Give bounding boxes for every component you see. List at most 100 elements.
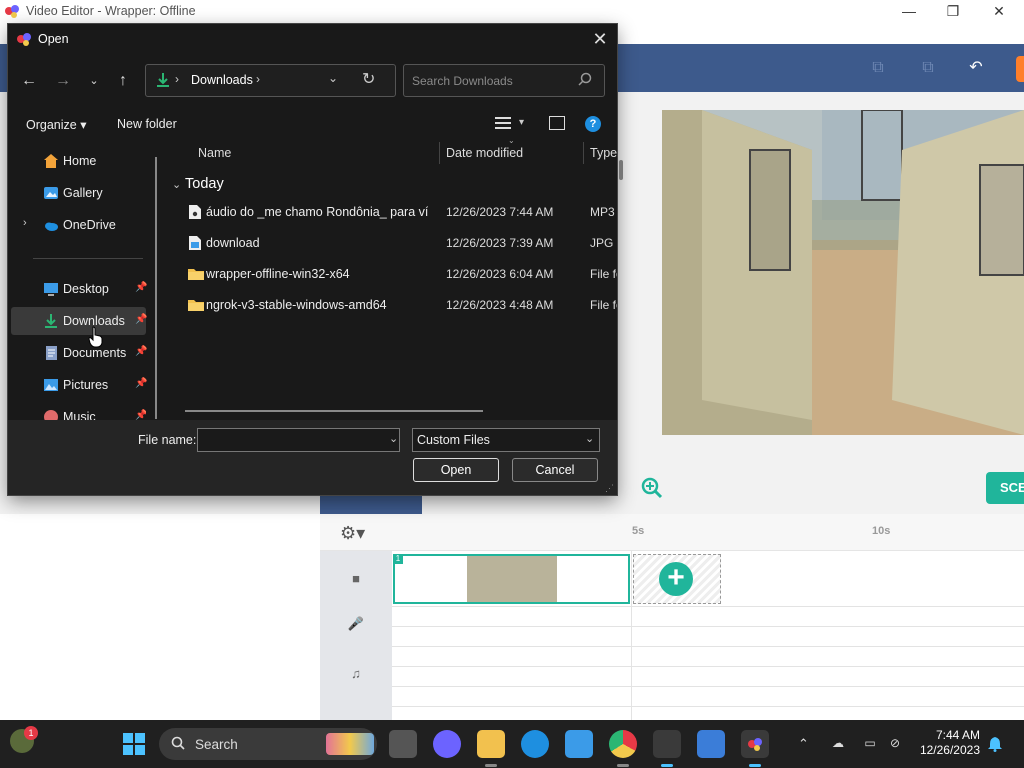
app-logo-icon: [748, 738, 762, 751]
search-box[interactable]: Search Downloads: [403, 64, 605, 97]
vertical-scrollbar[interactable]: [619, 160, 623, 180]
column-separator[interactable]: [583, 142, 584, 164]
column-date-modified[interactable]: Date modified: [446, 146, 523, 160]
close-window-button[interactable]: ✕: [976, 0, 1022, 23]
paste-button[interactable]: ⧉: [912, 54, 944, 82]
windows-start-icon[interactable]: [122, 732, 146, 756]
nav-item-music[interactable]: Music 📌: [11, 403, 146, 420]
nav-scrollbar[interactable]: [155, 157, 157, 419]
group-label: Today: [185, 176, 224, 192]
file-row[interactable]: áudio do _me chamo Rondônia_ para ví... …: [182, 197, 617, 228]
breadcrumb-separator-icon[interactable]: ›: [175, 72, 179, 86]
breadcrumb-separator-icon[interactable]: ›: [256, 72, 260, 86]
group-header-today[interactable]: ⌄ Today: [172, 176, 224, 192]
column-separator[interactable]: [439, 142, 440, 164]
chat-app-icon[interactable]: [433, 730, 461, 758]
chevron-down-icon[interactable]: ⌄: [328, 71, 338, 85]
search-highlight-image: [326, 733, 374, 755]
publish-button[interactable]: [1016, 56, 1024, 82]
dialog-close-button[interactable]: ✕: [586, 26, 614, 52]
column-type[interactable]: Type: [590, 146, 617, 160]
running-indicator: [661, 764, 673, 767]
resize-grip-icon[interactable]: ⋰: [605, 483, 614, 494]
gallery-icon: [44, 187, 58, 199]
cancel-button[interactable]: Cancel: [512, 458, 598, 482]
toolbar-tab: [320, 495, 422, 514]
file-type: File fo: [590, 298, 617, 312]
scene-preview[interactable]: [662, 110, 1024, 435]
display-icon[interactable]: ▭: [861, 736, 879, 750]
track-divider: [392, 626, 1024, 627]
file-explorer-icon[interactable]: [477, 730, 505, 758]
wrapper-offline-app-icon[interactable]: [741, 730, 769, 758]
horizontal-scrollbar[interactable]: [185, 410, 483, 412]
open-button[interactable]: Open: [413, 458, 499, 482]
file-row[interactable]: download 12/26/2023 7:39 AM JPG F: [182, 228, 617, 259]
address-bar[interactable]: › Downloads › ⌄ ↻: [145, 64, 396, 97]
restore-button[interactable]: ❐: [930, 0, 976, 23]
pin-icon: 📌: [135, 346, 148, 357]
pin-icon: 📌: [135, 282, 148, 293]
restore-icon: ❐: [946, 3, 960, 19]
timeline-settings-button[interactable]: ⚙▾: [340, 523, 365, 544]
scene-button[interactable]: SCE: [986, 472, 1024, 504]
file-name-field[interactable]: ⌄: [197, 428, 400, 452]
copy-button[interactable]: ⧉: [862, 54, 894, 82]
clip-number: 1: [393, 554, 403, 564]
hand-cursor-icon: [88, 326, 103, 348]
show-hidden-icons-icon[interactable]: ⌃: [798, 736, 809, 752]
nav-label: Pictures: [63, 378, 109, 392]
help-icon[interactable]: ?: [585, 116, 601, 132]
file-type: JPG F: [590, 236, 617, 250]
video-track-icon: ■: [352, 571, 360, 586]
minimize-button[interactable]: —: [886, 0, 932, 23]
file-row[interactable]: wrapper-offline-win32-x64 12/26/2023 6:0…: [182, 259, 617, 290]
file-row[interactable]: ngrok-v3-stable-windows-amd64 12/26/2023…: [182, 290, 617, 321]
nav-item-downloads[interactable]: Downloads 📌: [11, 307, 147, 335]
chevron-down-icon[interactable]: ⌄: [389, 432, 398, 445]
up-button[interactable]: ↑: [110, 68, 136, 94]
column-header-row: [166, 139, 617, 169]
chevron-down-icon: ⌄: [585, 433, 595, 445]
search-icon: [578, 72, 592, 86]
nav-item-home[interactable]: Home: [11, 147, 146, 175]
preview-pane-icon[interactable]: [549, 116, 565, 130]
chrome-browser-icon[interactable]: [609, 730, 637, 758]
recent-locations-button[interactable]: ⌄: [81, 68, 107, 94]
store-app-icon[interactable]: [565, 730, 593, 758]
forward-button[interactable]: →: [50, 68, 76, 94]
nav-item-pictures[interactable]: Pictures 📌: [11, 371, 148, 399]
close-icon: ✕: [592, 29, 608, 49]
new-folder-button[interactable]: New folder: [117, 117, 177, 131]
microphone-icon: 🎤: [347, 616, 365, 631]
file-type-select[interactable]: Custom Files ⌄: [412, 428, 600, 452]
photos-app-icon[interactable]: [697, 730, 725, 758]
search-input[interactable]: Search Downloads: [412, 74, 513, 88]
add-scene-button[interactable]: +: [659, 562, 693, 596]
cloud-offline-icon[interactable]: ☁: [829, 736, 847, 750]
undo-icon: ↶: [969, 59, 983, 76]
notification-bell-icon[interactable]: [987, 736, 1003, 752]
nav-item-gallery[interactable]: Gallery: [11, 179, 146, 207]
view-list-icon[interactable]: [494, 116, 512, 130]
organize-button[interactable]: Organize ▾: [26, 117, 87, 132]
dialog-titlebar[interactable]: [8, 24, 617, 54]
chevron-right-icon[interactable]: ›: [23, 217, 27, 229]
nav-item-onedrive[interactable]: › OneDrive: [11, 211, 146, 239]
taskbar-clock[interactable]: 7:44 AM 12/26/2023: [912, 728, 980, 758]
nav-item-desktop[interactable]: Desktop 📌: [11, 275, 148, 303]
zoom-in-icon[interactable]: [641, 477, 663, 499]
pin-icon: 📌: [135, 378, 148, 389]
breadcrumb-downloads[interactable]: Downloads: [191, 73, 253, 87]
undo-button[interactable]: ↶: [960, 54, 992, 82]
network-status-icon[interactable]: ⊘: [886, 736, 904, 750]
back-button[interactable]: ←: [16, 68, 42, 94]
column-name[interactable]: Name: [198, 146, 231, 160]
refresh-icon[interactable]: ↻: [362, 69, 375, 89]
timeline-ruler[interactable]: [320, 514, 1024, 551]
snipping-tool-icon[interactable]: [653, 730, 681, 758]
edge-browser-icon[interactable]: [521, 730, 549, 758]
nav-item-documents[interactable]: Documents 📌: [11, 339, 148, 367]
chevron-down-icon[interactable]: ▾: [519, 117, 524, 128]
task-view-icon[interactable]: [389, 730, 417, 758]
